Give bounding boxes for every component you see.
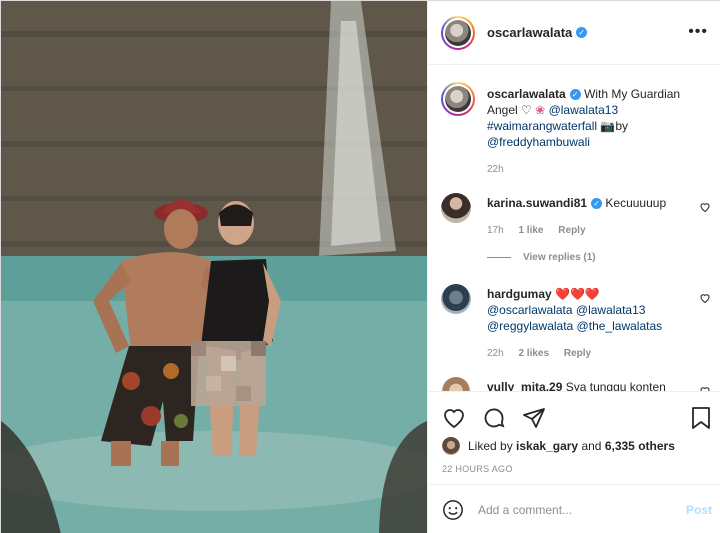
verified-badge-icon: ✓ [576,27,588,38]
comment-likes[interactable]: 1 like [518,225,543,236]
caption-avatar[interactable] [441,82,475,116]
liker-avatar[interactable] [442,437,460,455]
by-text: by [615,119,629,133]
view-replies-label: View replies (1) [523,252,596,263]
comment-body: vully_mita.29 Sya tunggu konten [487,379,687,391]
commenter-username[interactable]: karina.suwandi81 [487,196,587,210]
add-comment-input[interactable] [478,502,668,517]
smiley-icon[interactable] [442,499,464,521]
comment-time[interactable]: 22h [487,348,504,359]
likes-and: and [581,439,602,453]
liker-username[interactable]: iskak_gary [516,439,578,453]
mention-link[interactable]: @lawalata13 [549,103,619,117]
post-comment-button[interactable]: Post [686,503,712,517]
more-options-icon[interactable]: ••• [688,23,708,41]
comment-body: karina.suwandi81 ✓ Kecuuuuup 17h 1 like R… [487,195,687,239]
view-replies-button[interactable]: View replies (1) [487,252,596,263]
caption-time[interactable]: 22h [487,162,712,178]
likes-others-count[interactable]: 6,335 others [605,439,675,453]
liked-by-label: Liked by [468,439,513,453]
comment-text: Sya tunggu konten [565,380,666,391]
commenter-avatar[interactable] [441,377,471,391]
hearts-emoji-icon: ❤️❤️❤️ [555,287,600,301]
instagram-post-frame: oscarlawalata ✓ ••• oscarlawalata ✓ With … [0,0,720,533]
comment-text: Kecuuuuup [605,196,667,210]
commenter-username[interactable]: vully_mita.29 [487,380,562,391]
heart-icon[interactable] [442,406,466,430]
verified-badge-icon: ✓ [569,89,581,100]
comment-body: hardgumay ❤️❤️❤️ @oscarlawalata @lawalat… [487,286,687,362]
reply-button[interactable]: Reply [564,348,591,359]
author-avatar[interactable] [441,15,475,50]
action-icon-row [442,406,546,430]
heart-emoji-icon: ♡ [521,103,532,117]
caption-text: oscarlawalata ✓ With My Guardian Angel ♡ … [487,86,712,178]
post-timestamp[interactable]: 22 HOURS AGO [442,464,513,474]
comments-list[interactable]: oscarlawalata ✓ With My Guardian Angel ♡ … [428,66,720,391]
camera-emoji-icon: 📷 [600,119,616,133]
comment-icon[interactable] [482,406,506,430]
paper-plane-icon[interactable] [522,406,546,430]
hashtag-link[interactable]: #waimarangwaterfall [487,119,597,133]
commenter-username[interactable]: hardgumay [487,287,552,301]
mention-link[interactable]: @freddyhambuwali [487,135,590,149]
commenter-avatar[interactable] [441,193,471,223]
reply-button[interactable]: Reply [558,225,585,236]
replies-divider [487,257,511,258]
comment-time[interactable]: 17h [487,225,504,236]
like-comment-heart-icon[interactable] [699,292,711,304]
photo-illustration [1,1,427,533]
post-header: oscarlawalata ✓ ••• [428,1,720,65]
author-username[interactable]: oscarlawalata [487,25,572,40]
comment-mentions[interactable]: @oscarlawalata @lawalata13 @reggylawalat… [487,303,662,333]
post-side-panel: oscarlawalata ✓ ••• oscarlawalata ✓ With … [427,1,720,533]
post-photo[interactable] [1,1,427,533]
caption-username[interactable]: oscarlawalata [487,87,566,101]
like-comment-heart-icon[interactable] [699,201,711,213]
commenter-avatar[interactable] [441,284,471,314]
likes-summary[interactable]: Liked by iskak_gary and 6,335 others [442,437,675,455]
verified-badge-icon: ✓ [591,198,603,209]
comment-likes[interactable]: 2 likes [518,348,549,359]
flower-emoji-icon: ❀ [535,103,546,117]
bookmark-icon[interactable] [690,406,712,430]
add-comment-bar: Post [428,484,720,533]
